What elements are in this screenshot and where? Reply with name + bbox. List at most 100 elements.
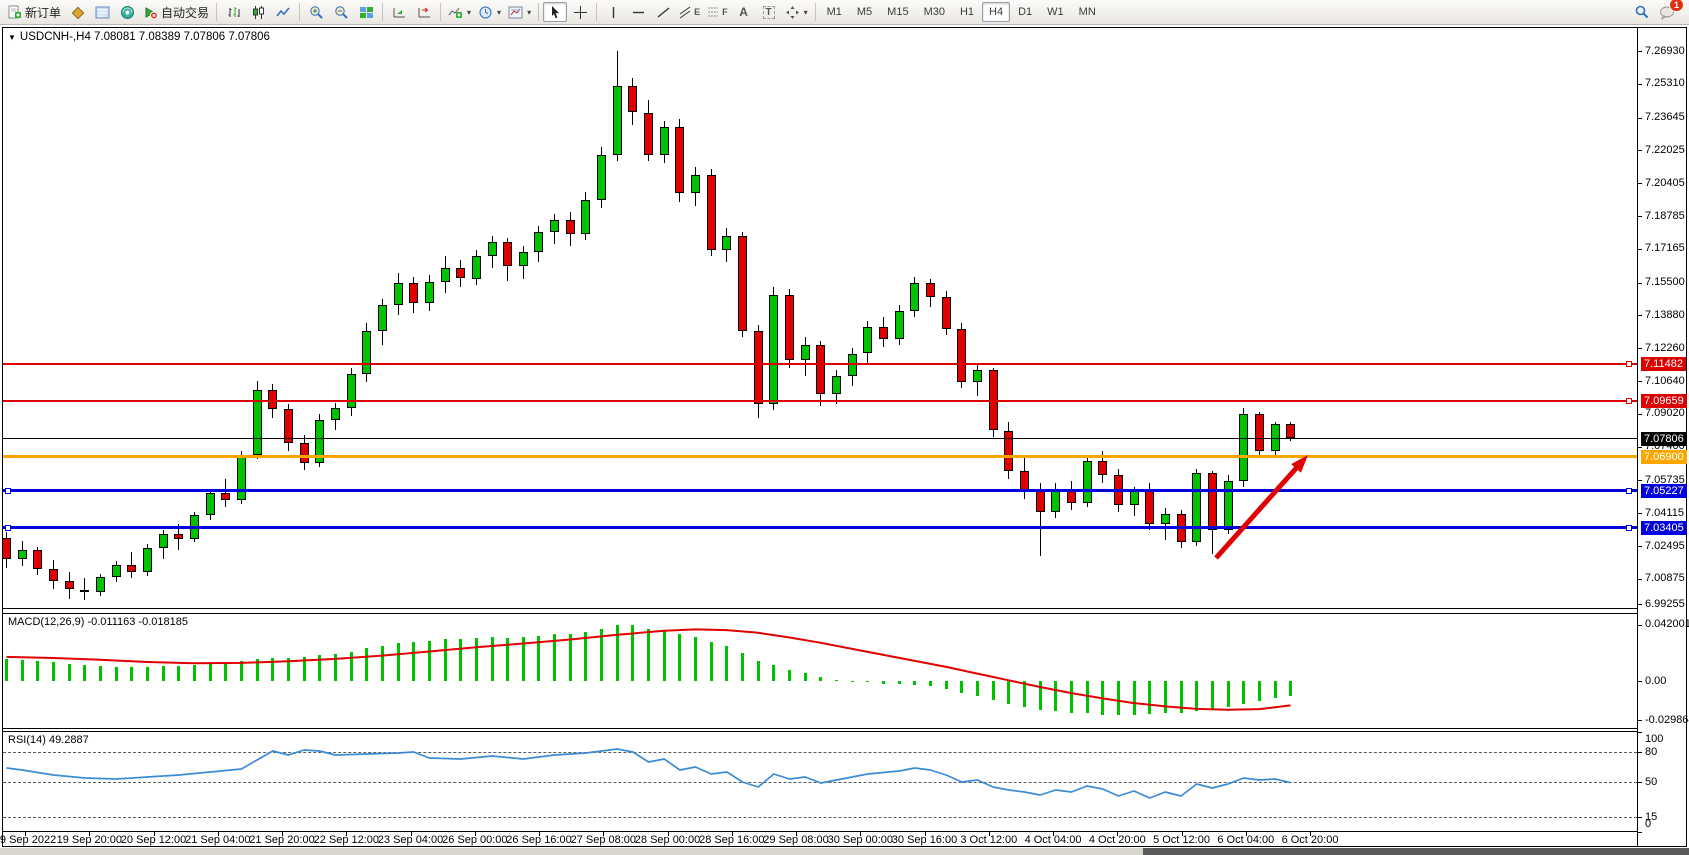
price-axis-tick [1637,579,1642,580]
macd-histogram-bar [1274,681,1277,698]
candle [300,443,309,463]
rsi-indicator-label: RSI(14) 49.2887 [8,734,89,746]
macd-histogram-bar [1195,681,1198,711]
price-axis-label: 6.99255 [1645,598,1685,610]
time-axis-label: 27 Sep 08:00 [571,834,636,846]
chart-title-text: USDCNH-,H4 7.08081 7.08389 7.07806 7.078… [20,31,270,43]
horizontal-scrollbar-thumb[interactable] [1143,848,1689,855]
price-axis-label: 7.26930 [1645,45,1685,57]
macd-histogram-bar [1164,681,1167,713]
price-axis-label: 7.15500 [1645,276,1685,288]
candle [1192,473,1201,542]
rsi-level-line [3,817,1637,818]
candle [832,376,841,394]
rsi-level-line [3,782,1637,783]
candle [550,220,559,232]
price-axis-tick [1637,183,1642,184]
macd-histogram-bar [788,670,791,681]
candle [1051,489,1060,511]
macd-histogram-bar [115,667,118,681]
candle [722,236,731,250]
macd-histogram-bar [52,662,55,681]
macd-histogram-bar [193,665,196,681]
candle [394,283,403,305]
macd-histogram-bar [240,661,243,681]
candle [754,331,763,404]
macd-histogram-bar [1039,681,1042,710]
horizontal-line[interactable] [3,455,1637,458]
macd-panel-bottom-border [3,728,1637,729]
rsi-line [7,749,1291,798]
candle [566,220,575,234]
macd-histogram-bar [303,657,306,682]
macd-histogram-bar [209,664,212,681]
line-handle[interactable] [1626,398,1632,404]
candle [1145,491,1154,523]
candle [503,242,512,266]
macd-histogram-bar [1289,681,1292,696]
price-axis-tick [1637,604,1642,605]
price-tag: 7.11482 [1641,357,1686,371]
time-axis-label: 6 Oct 20:00 [1282,834,1339,846]
price-axis-label: 7.13880 [1645,309,1685,321]
macd-histogram-bar [21,660,24,681]
macd-histogram-bar [913,681,916,685]
line-handle[interactable] [5,525,11,531]
price-tag: 7.07806 [1641,432,1687,446]
line-handle[interactable] [1626,361,1632,367]
candle [973,370,982,382]
candle [519,252,528,266]
macd-histogram-bar [772,665,775,681]
line-handle[interactable] [5,488,11,494]
price-axis-tick [1637,546,1642,547]
time-axis-label: 30 Sep 00:00 [828,834,893,846]
price-axis-label: 7.02495 [1645,540,1685,552]
candle [488,242,497,256]
macd-histogram-bar [537,636,540,682]
candle [65,581,74,589]
macd-histogram-bar [741,653,744,681]
macd-histogram-bar [553,634,556,681]
price-tag: 7.06900 [1641,450,1687,464]
macd-histogram-bar [1023,681,1026,707]
macd-histogram-bar [647,629,650,681]
horizontal-line[interactable] [3,438,1637,439]
price-axis-label: 7.09020 [1645,407,1685,419]
line-handle[interactable] [1626,488,1632,494]
macd-histogram-bar [522,637,525,681]
horizontal-line[interactable] [3,363,1637,365]
time-axis-label: 21 Sep 04:00 [185,834,250,846]
macd-histogram-bar [381,646,384,682]
price-axis-label: 7.00875 [1645,572,1685,584]
time-axis-label: 20 Sep 12:00 [121,834,186,846]
macd-histogram-bar [271,658,274,681]
macd-histogram-bar [1070,681,1073,713]
candle [1208,473,1217,530]
price-axis-tick [1637,51,1642,52]
macd-panel-top-border [3,613,1637,614]
chart-plot-area[interactable]: 7.114827.096597.078067.069007.052277.034… [0,0,1689,855]
candle [785,295,794,360]
price-axis-label: 7.17165 [1645,242,1685,254]
candle [1239,414,1248,481]
line-handle[interactable] [1626,525,1632,531]
rsi-axis-tick [1637,752,1642,753]
horizontal-line[interactable] [3,526,1637,529]
macd-histogram-bar [929,681,932,686]
horizontal-line[interactable] [3,489,1637,492]
price-axis-label: 7.23645 [1645,111,1685,123]
macd-histogram-bar [584,632,587,681]
time-axis-label: 23 Sep 04:00 [378,834,443,846]
horizontal-line[interactable] [3,400,1637,402]
macd-histogram-bar [475,638,478,681]
macd-histogram-bar [600,629,603,681]
candle [409,283,418,303]
rsi-axis-tick [1637,782,1642,783]
macd-histogram-bar [99,666,102,681]
candle [159,534,168,548]
mt4-terminal: 新订单 自动交易 [0,0,1689,855]
candle [534,232,543,252]
candle [127,565,136,572]
macd-histogram-bar [130,667,133,681]
macd-axis-tick [1637,681,1642,682]
